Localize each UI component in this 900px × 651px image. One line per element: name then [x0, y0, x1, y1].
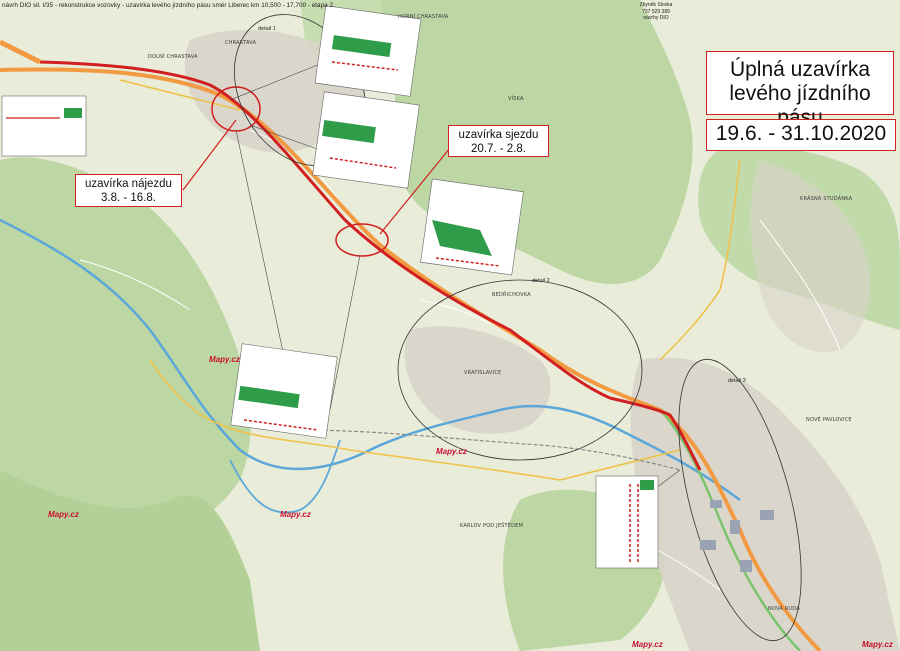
mapy-watermark: Mapy.cz: [209, 355, 240, 364]
map-stage: návrh DIO sil. I/35 - rekonstrukce vozov…: [0, 0, 900, 651]
place-label: KARLOV POD JEŠTĚDEM: [460, 523, 524, 529]
callout-sjezd-title: uzavírka sjezdu: [458, 129, 539, 141]
inset-diagram-3: [420, 178, 524, 276]
mapy-watermark: Mapy.cz: [632, 640, 663, 649]
place-label: VRATISLAVICE: [464, 370, 502, 376]
callout-sjezd: uzavírka sjezdu 20.7. - 2.8.: [448, 125, 549, 157]
place-label: NOVÁ RUDA: [768, 606, 800, 612]
document-header: návrh DIO sil. I/35 - rekonstrukce vozov…: [2, 2, 335, 9]
contact-name: Zbyněk Sloska: [639, 2, 673, 8]
closure-title-box: Úplná uzavírka levého jízdního pásu: [706, 51, 894, 129]
place-label: DOLNÍ CHRASTAVA: [148, 54, 198, 60]
closure-title-line1: Úplná uzavírka: [729, 58, 871, 81]
mapy-watermark: Mapy.cz: [862, 640, 893, 649]
mapy-watermark: Mapy.cz: [48, 510, 79, 519]
inset-diagram-2: [312, 91, 420, 189]
closure-dates-box: 19.6. - 31.10.2020: [706, 119, 896, 151]
detail-label-1: detail 1: [258, 26, 276, 32]
place-label: KRÁSNÁ STUDÁNKA: [800, 196, 853, 202]
place-label: HORNÍ CHRASTAVA: [398, 14, 449, 20]
inset-diagram-5: [595, 475, 659, 569]
place-label: BEDŘICHOVKA: [492, 292, 531, 298]
mapy-watermark: Mapy.cz: [280, 510, 311, 519]
mapy-watermark: Mapy.cz: [436, 447, 467, 456]
callout-najezd: uzavírka nájezdu 3.8. - 16.8.: [75, 174, 182, 207]
inset-diagram-left: [1, 95, 87, 157]
contact-role: návrhy DIO: [643, 15, 669, 21]
detail-label-3: detail 3: [728, 378, 746, 384]
callout-najezd-dates: 3.8. - 16.8.: [101, 192, 156, 204]
detail-label-2: detail 2: [532, 278, 550, 284]
contact-box: Zbyněk Sloska 737 529 389 návrhy DIO: [634, 2, 678, 22]
place-label: VÍSKA: [508, 96, 524, 102]
inset-diagram-4: [230, 343, 338, 439]
place-label: CHRASTAVA: [225, 40, 257, 46]
callout-sjezd-dates: 20.7. - 2.8.: [471, 143, 526, 155]
place-label: NOVÉ PAVLOVICE: [806, 417, 852, 423]
callout-najezd-title: uzavírka nájezdu: [85, 178, 172, 190]
